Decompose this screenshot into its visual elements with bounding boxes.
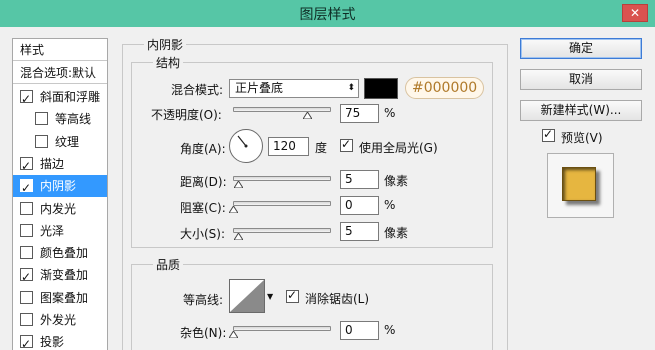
choke-input[interactable]: 0: [340, 196, 379, 215]
style-item-label: 描边: [40, 156, 65, 171]
angle-dial[interactable]: [229, 129, 263, 163]
style-item-label: 等高线: [55, 112, 92, 127]
style-item-label: 纹理: [55, 134, 80, 149]
style-item-label: 颜色叠加: [40, 246, 89, 261]
distance-label: 距离(D):: [180, 175, 227, 189]
cancel-button[interactable]: 取消: [520, 69, 642, 90]
style-item-checkbox[interactable]: [20, 290, 33, 304]
style-item-label: 投影: [40, 335, 65, 350]
distance-slider[interactable]: [233, 176, 331, 181]
distance-input[interactable]: 5: [340, 170, 379, 189]
close-icon: ✕: [629, 6, 641, 20]
contour-picker[interactable]: [229, 279, 265, 313]
noise-slider[interactable]: [233, 326, 331, 331]
style-item[interactable]: 描边: [13, 153, 107, 177]
style-item[interactable]: 图案叠加: [13, 287, 107, 309]
size-slider[interactable]: [233, 228, 331, 233]
style-item-checkbox[interactable]: [20, 246, 33, 260]
anti-alias-label: 消除锯齿(L): [305, 292, 370, 306]
style-item-label: 图案叠加: [40, 290, 89, 305]
style-item-label: 内发光: [40, 201, 77, 216]
preview-label: 预览(V): [561, 131, 603, 145]
new-style-button[interactable]: 新建样式(W)...: [520, 100, 642, 121]
choke-slider-thumb[interactable]: [229, 206, 238, 215]
distance-slider-thumb[interactable]: [234, 181, 243, 190]
contour-curve-icon: [230, 280, 264, 312]
noise-slider-thumb[interactable]: [229, 331, 238, 340]
style-item-checkbox[interactable]: [20, 313, 33, 326]
opacity-label: 不透明度(O):: [151, 108, 222, 122]
noise-input[interactable]: 0: [340, 321, 379, 340]
styles-header[interactable]: 样式: [13, 39, 107, 61]
noise-unit: %: [384, 323, 396, 337]
blend-options-item[interactable]: 混合选项:默认: [13, 62, 107, 84]
preview-checkbox[interactable]: [542, 127, 555, 142]
style-item-checkbox[interactable]: [20, 177, 33, 199]
noise-label: 杂色(N):: [180, 326, 227, 340]
style-item[interactable]: 内阴影: [13, 175, 107, 199]
global-light-label: 使用全局光(G): [359, 141, 438, 155]
style-item-checkbox[interactable]: [35, 134, 48, 148]
style-item[interactable]: 渐变叠加: [13, 264, 107, 288]
style-item-checkbox[interactable]: [20, 333, 33, 350]
style-item-checkbox[interactable]: [20, 201, 33, 215]
size-unit: 像素: [384, 226, 409, 240]
size-label: 大小(S):: [180, 227, 226, 241]
close-button[interactable]: ✕: [622, 4, 648, 22]
style-preview: [547, 153, 614, 218]
blend-mode-select[interactable]: 正片叠底 ⬍: [229, 79, 359, 98]
inner-shadow-title: 内阴影: [144, 36, 187, 53]
global-light-checkbox[interactable]: [340, 137, 353, 152]
ok-button[interactable]: 确定: [520, 38, 642, 59]
opacity-unit: %: [384, 106, 396, 120]
quality-title: 品质: [153, 256, 184, 273]
style-item-label: 内阴影: [40, 179, 77, 194]
angle-needle-icon: [237, 135, 248, 148]
style-item[interactable]: 外发光: [13, 309, 107, 331]
choke-label: 阻塞(C):: [180, 201, 226, 215]
style-item-label: 外发光: [40, 313, 77, 327]
styles-list: 样式 混合选项:默认 斜面和浮雕等高线纹理描边内阴影内发光光泽颜色叠加渐变叠加图…: [12, 38, 108, 350]
style-item-checkbox[interactable]: [35, 112, 48, 126]
choke-unit: %: [384, 198, 396, 212]
color-hex-badge: #000000: [405, 77, 485, 99]
blend-mode-value: 正片叠底: [235, 81, 284, 95]
style-item-checkbox[interactable]: [20, 88, 33, 110]
angle-label: 角度(A):: [180, 142, 226, 156]
style-item-label: 渐变叠加: [40, 268, 89, 283]
shadow-color-swatch[interactable]: [364, 78, 398, 99]
style-item-checkbox[interactable]: [20, 155, 33, 177]
window-title: 图层样式: [299, 7, 356, 23]
style-item-checkbox[interactable]: [20, 266, 33, 288]
blend-mode-label: 混合模式:: [171, 83, 224, 97]
opacity-slider-thumb[interactable]: [302, 112, 312, 121]
style-item-label: 光泽: [40, 223, 65, 238]
preview-thumbnail: [562, 167, 596, 201]
updown-icon: ⬍: [347, 83, 355, 93]
anti-alias-checkbox[interactable]: [286, 288, 299, 303]
size-input[interactable]: 5: [340, 222, 379, 241]
opacity-slider[interactable]: [233, 107, 331, 112]
style-item-label: 斜面和浮雕: [40, 90, 101, 104]
size-slider-thumb[interactable]: [234, 233, 243, 242]
contour-dropdown-icon[interactable]: ▼: [267, 292, 273, 301]
style-item[interactable]: 等高线: [13, 108, 107, 130]
angle-input[interactable]: 120: [268, 137, 309, 156]
title-bar: 图层样式 ✕: [0, 0, 655, 27]
style-item[interactable]: 光泽: [13, 220, 107, 242]
distance-unit: 像素: [384, 174, 409, 188]
style-item[interactable]: 投影: [13, 331, 107, 350]
structure-title: 结构: [153, 54, 184, 71]
angle-unit: 度: [315, 141, 328, 155]
style-item[interactable]: 内发光: [13, 198, 107, 220]
style-item[interactable]: 纹理: [13, 131, 107, 153]
style-item-checkbox[interactable]: [20, 223, 33, 237]
choke-slider[interactable]: [233, 201, 331, 206]
style-item[interactable]: 斜面和浮雕: [13, 86, 107, 110]
style-item[interactable]: 颜色叠加: [13, 242, 107, 264]
opacity-input[interactable]: 75: [340, 104, 379, 123]
contour-label: 等高线:: [183, 293, 224, 307]
